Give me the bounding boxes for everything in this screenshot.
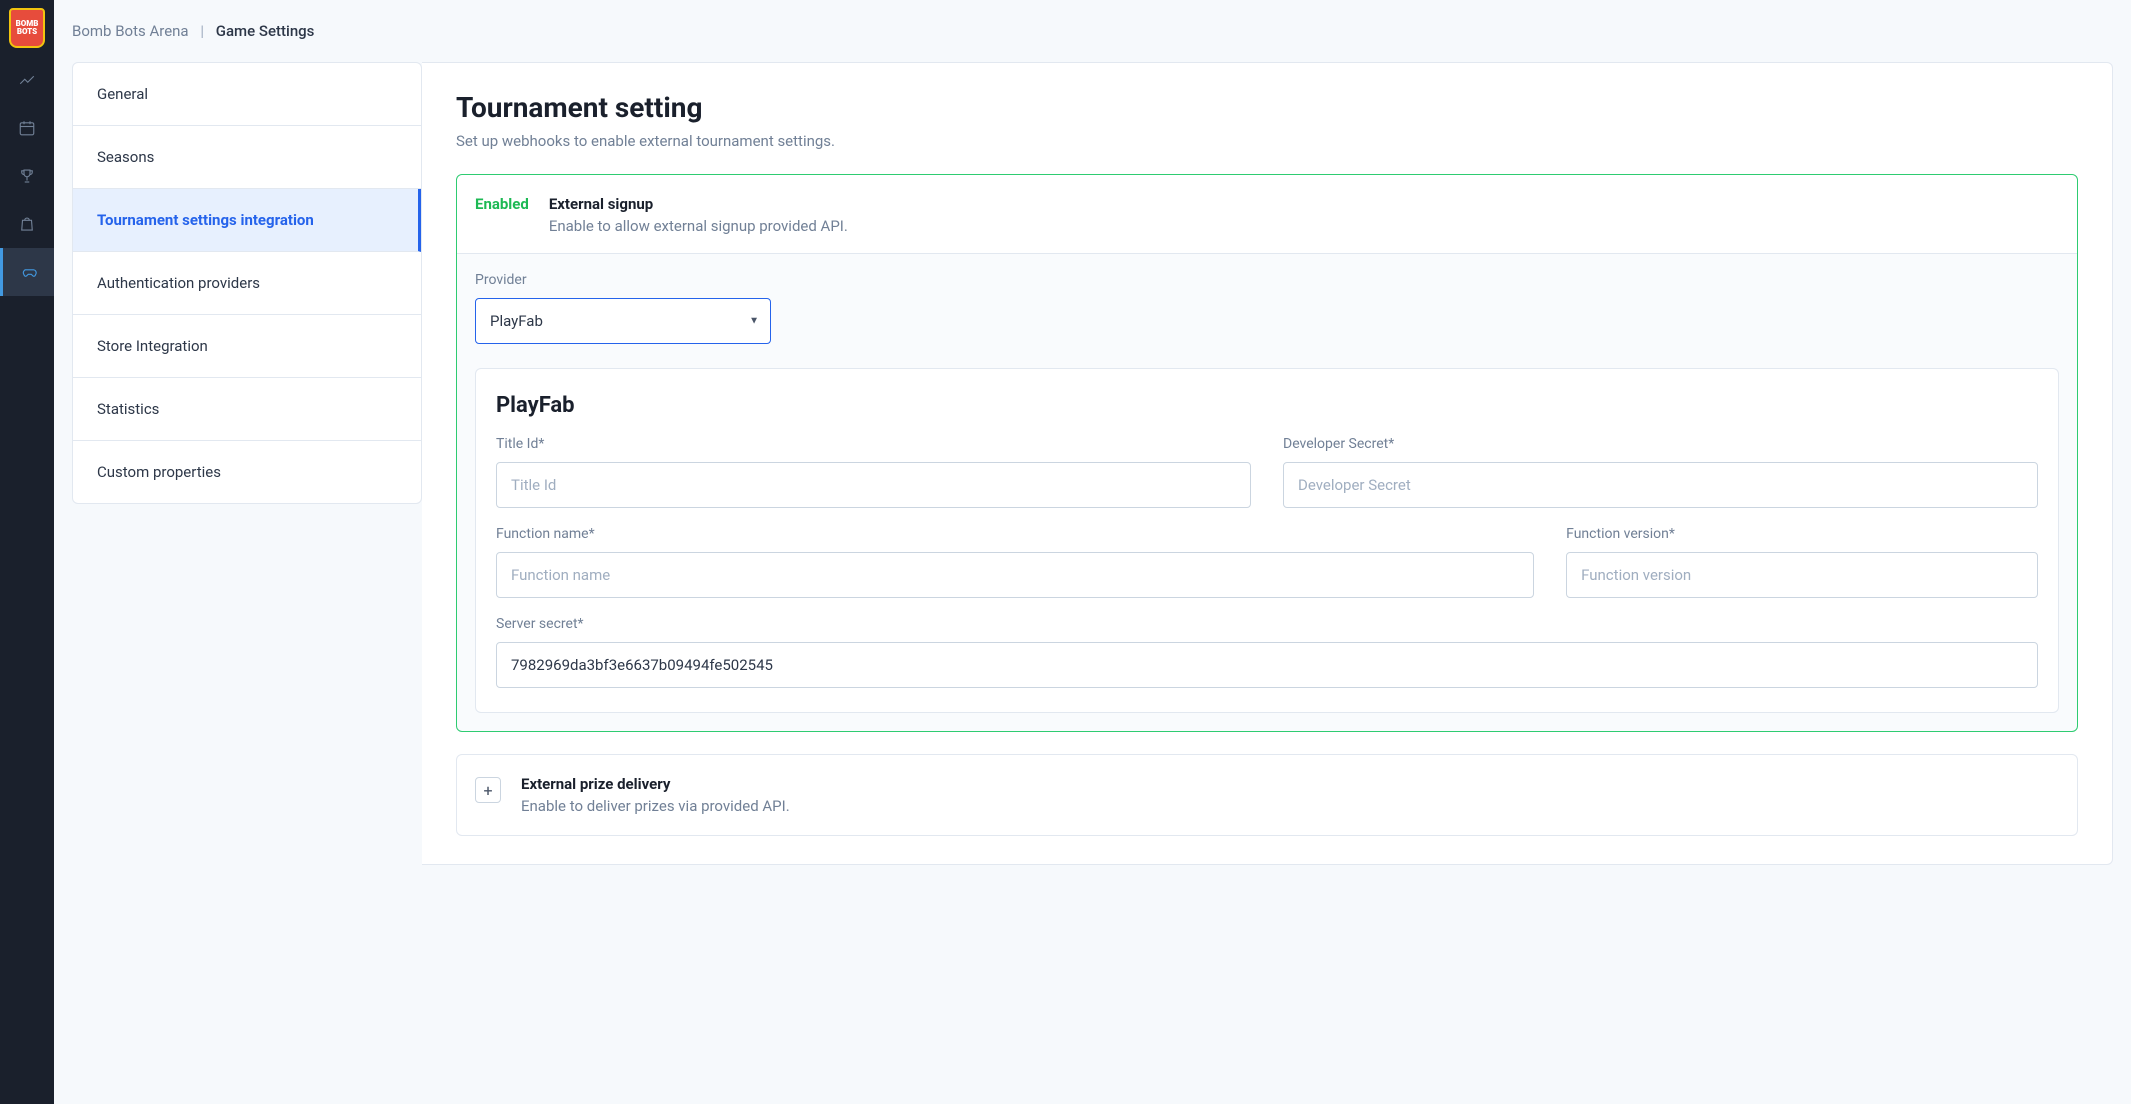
nav-game[interactable] bbox=[0, 248, 54, 296]
prize-card-title: External prize delivery bbox=[521, 775, 790, 793]
provider-label: Provider bbox=[475, 272, 2059, 288]
side-menu-tournament[interactable]: Tournament settings integration bbox=[73, 189, 421, 252]
external-signup-card: Enabled External signup Enable to allow … bbox=[456, 174, 2078, 732]
settings-side-menu: General Seasons Tournament settings inte… bbox=[72, 62, 422, 504]
nav-analytics[interactable] bbox=[0, 56, 54, 104]
function-version-field[interactable] bbox=[1566, 552, 2038, 598]
main-area: Bomb Bots Arena | Game Settings General … bbox=[54, 0, 2131, 1104]
chart-line-icon bbox=[18, 71, 36, 89]
shopping-bag-icon bbox=[18, 215, 36, 233]
fn-version-label: Function version* bbox=[1566, 526, 2038, 542]
calendar-icon bbox=[18, 119, 36, 137]
nav-calendar[interactable] bbox=[0, 104, 54, 152]
breadcrumb: Bomb Bots Arena | Game Settings bbox=[54, 0, 2131, 62]
title-id-field[interactable] bbox=[496, 462, 1251, 508]
card-header: Enabled External signup Enable to allow … bbox=[457, 175, 2077, 254]
fn-name-label: Function name* bbox=[496, 526, 1534, 542]
playfab-heading: PlayFab bbox=[496, 393, 2038, 418]
gamepad-icon bbox=[20, 263, 38, 281]
card-body: Provider PlayFab ▼ PlayFab Title Id* bbox=[457, 254, 2077, 731]
breadcrumb-root[interactable]: Bomb Bots Arena bbox=[72, 22, 189, 40]
breadcrumb-current: Game Settings bbox=[216, 22, 315, 40]
nav-trophy[interactable] bbox=[0, 152, 54, 200]
settings-panel: Tournament setting Set up webhooks to en… bbox=[422, 62, 2113, 865]
card-desc: Enable to allow external signup provided… bbox=[549, 217, 848, 235]
side-menu-statistics[interactable]: Statistics bbox=[73, 378, 421, 441]
trophy-icon bbox=[18, 167, 36, 185]
nav-shopping[interactable] bbox=[0, 200, 54, 248]
status-badge: Enabled bbox=[475, 195, 529, 213]
external-prize-card: + External prize delivery Enable to deli… bbox=[456, 754, 2078, 836]
side-menu-custom-props[interactable]: Custom properties bbox=[73, 441, 421, 503]
breadcrumb-sep: | bbox=[200, 22, 204, 40]
content-row: General Seasons Tournament settings inte… bbox=[54, 62, 2131, 889]
server-secret-field[interactable] bbox=[496, 642, 2038, 688]
side-menu-seasons[interactable]: Seasons bbox=[73, 126, 421, 189]
logo-badge: BOMB BOTS bbox=[9, 8, 45, 48]
playfab-card: PlayFab Title Id* Developer Secret* bbox=[475, 368, 2059, 713]
card-title: External signup bbox=[549, 195, 848, 213]
developer-secret-field[interactable] bbox=[1283, 462, 2038, 508]
title-id-label: Title Id* bbox=[496, 436, 1251, 452]
expand-button[interactable]: + bbox=[475, 777, 501, 803]
page-subtitle: Set up webhooks to enable external tourn… bbox=[456, 132, 2078, 150]
dev-secret-label: Developer Secret* bbox=[1283, 436, 2038, 452]
function-name-field[interactable] bbox=[496, 552, 1534, 598]
server-secret-label: Server secret* bbox=[496, 616, 2038, 632]
logo[interactable]: BOMB BOTS bbox=[0, 0, 54, 56]
page-title: Tournament setting bbox=[456, 91, 2078, 124]
side-menu-store[interactable]: Store Integration bbox=[73, 315, 421, 378]
nav-rail: BOMB BOTS bbox=[0, 0, 54, 1104]
side-menu-auth-providers[interactable]: Authentication providers bbox=[73, 252, 421, 315]
side-menu-general[interactable]: General bbox=[73, 63, 421, 126]
provider-select-wrap: PlayFab ▼ bbox=[475, 298, 771, 344]
provider-select[interactable]: PlayFab bbox=[475, 298, 771, 344]
prize-card-desc: Enable to deliver prizes via provided AP… bbox=[521, 797, 790, 815]
